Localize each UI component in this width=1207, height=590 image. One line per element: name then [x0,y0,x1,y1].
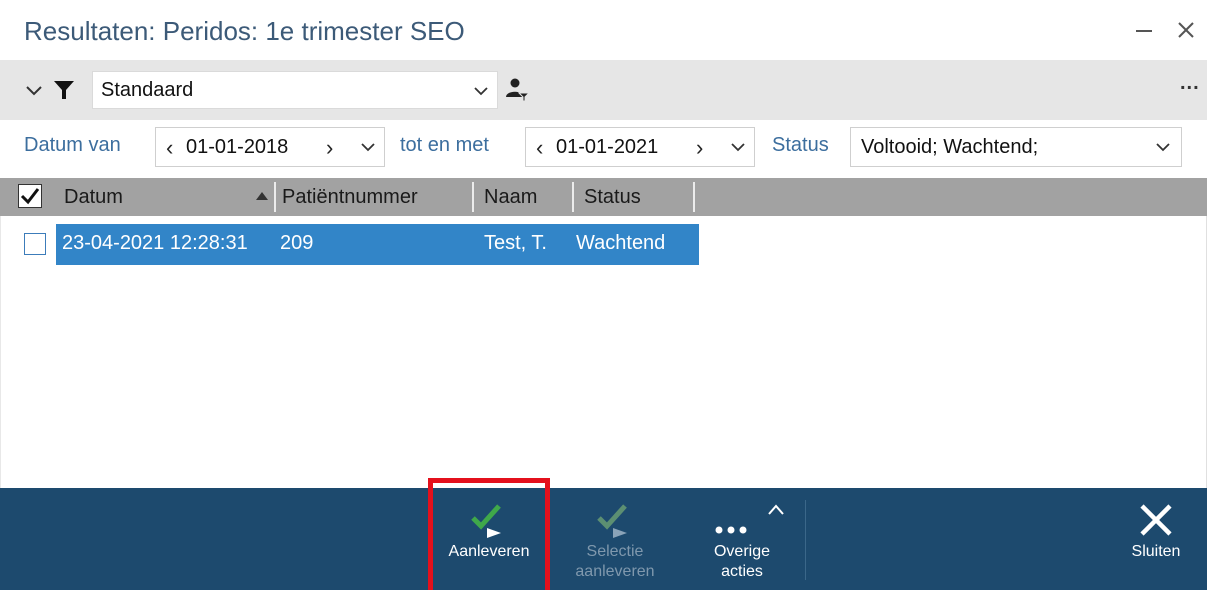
date-prev-arrow[interactable]: ‹ [536,135,543,161]
column-divider [572,182,574,212]
selectie-aanleveren-label: Selectie aanleveren [575,543,655,580]
chevron-down-icon [474,87,488,96]
status-label: Status [772,134,829,156]
table-row[interactable]: 23-04-2021 12:28:31 209 Test, T. Wachten… [56,224,699,265]
toolbar-divider [805,500,806,580]
chevron-down-icon[interactable] [22,78,46,102]
status-select[interactable]: Voltooid; Wachtend; [850,127,1182,167]
selectie-aanleveren-button[interactable]: Selectie aanleveren [560,488,670,590]
column-divider [472,182,474,212]
aanleveren-button[interactable]: Aanleveren [432,488,546,590]
date-to-label: tot en met [400,134,489,156]
checkmark-icon [20,188,40,205]
column-header-datum[interactable]: Datum [64,178,123,216]
date-to-value: 01-01-2021 [556,136,659,158]
cell-datum: 23-04-2021 12:28:31 [62,232,248,254]
check-send-icon [597,504,627,538]
date-prev-arrow[interactable]: ‹ [166,135,173,161]
date-next-arrow[interactable]: › [696,135,703,161]
filter-profile-value: Standaard [101,79,194,101]
sort-ascending-icon [256,192,268,200]
column-header-patientnummer[interactable]: Patiëntnummer [282,178,418,216]
cell-status: Wachtend [576,232,666,254]
chevron-up-icon [768,504,784,515]
column-divider [693,182,695,212]
sluiten-button[interactable]: Sluiten [1110,488,1202,590]
minimize-button[interactable] [1125,10,1163,50]
close-icon [1178,22,1194,38]
check-send-icon [471,504,501,538]
date-next-arrow[interactable]: › [326,135,333,161]
more-options-button[interactable]: ... [1180,72,1200,95]
column-divider [274,182,276,212]
overige-acties-label: Overige acties [713,543,771,580]
date-from-label: Datum van [24,134,121,156]
footer-toolbar: Aanleveren Selectie aanleveren Overige act… [0,488,1207,590]
column-header-naam[interactable]: Naam [484,178,537,216]
close-icon [1140,504,1172,536]
sluiten-label: Sluiten [1131,543,1181,560]
funnel-icon [54,81,74,99]
overige-acties-button[interactable]: Overige acties [686,488,798,590]
grid-header: Datum Patiëntnummer Naam Status [0,178,1207,216]
status-value: Voltooid; Wachtend; [861,136,1039,158]
column-header-status[interactable]: Status [584,178,641,216]
select-all-checkbox[interactable] [18,184,42,208]
close-window-button[interactable] [1167,10,1205,50]
date-to-picker[interactable]: ‹ 01-01-2021 › [525,127,755,167]
criteria-bar: Datum van ‹ 01-01-2018 › tot en met ‹ 01… [0,120,1207,176]
chevron-down-icon [1156,143,1170,152]
minimize-icon [1136,30,1152,32]
date-from-picker[interactable]: ‹ 01-01-2018 › [155,127,385,167]
chevron-down-icon[interactable] [728,137,748,157]
row-checkbox[interactable] [24,233,46,255]
title-bar: Resultaten: Peridos: 1e trimester SEO [0,0,1207,60]
date-from-value: 01-01-2018 [186,136,289,158]
ellipsis-icon [715,526,747,534]
window-title: Resultaten: Peridos: 1e trimester SEO [24,16,465,46]
chevron-down-icon[interactable] [358,137,378,157]
filter-profile-select[interactable]: Standaard [92,71,498,109]
cell-patientnummer: 209 [280,232,314,254]
aanleveren-label: Aanleveren [448,543,530,560]
cell-naam: Test, T. [484,232,547,254]
filter-bar: Standaard ... [0,60,1207,120]
person-filter-icon[interactable] [504,76,530,102]
